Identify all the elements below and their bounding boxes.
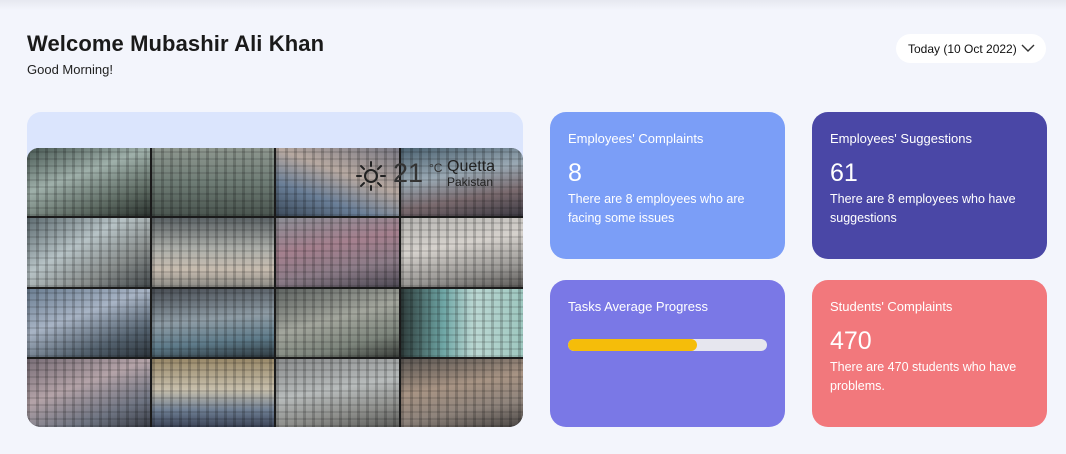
camera-feed[interactable] (27, 218, 150, 287)
date-selector-label: Today (10 Oct 2022) (908, 41, 1017, 56)
camera-feed[interactable] (276, 218, 399, 287)
chevron-down-icon (1021, 44, 1035, 52)
card-title: Employees' Suggestions (830, 131, 972, 146)
student-complaints-card[interactable]: Students' Complaints 470 There are 470 s… (812, 280, 1047, 427)
weather-temperature: 21 (393, 158, 424, 188)
camera-feed[interactable] (27, 148, 150, 217)
card-value: 8 (568, 159, 582, 187)
card-title: Students' Complaints (830, 299, 953, 314)
greeting-text: Good Morning! (27, 62, 113, 77)
progress-bar-fill (568, 339, 698, 351)
weather-city: Quetta (447, 158, 496, 175)
camera-feed[interactable] (151, 358, 274, 427)
top-shadow (0, 0, 1066, 10)
weather-country: Pakistan (447, 175, 494, 189)
weather-widget: 21 °C Quetta Pakistan (356, 158, 506, 192)
camera-feed[interactable] (151, 218, 274, 287)
card-value: 61 (830, 159, 858, 187)
employee-suggestions-card[interactable]: Employees' Suggestions 61 There are 8 em… (812, 112, 1047, 259)
tasks-progress-card[interactable]: Tasks Average Progress (550, 280, 785, 427)
card-description: There are 470 students who have problems… (830, 360, 1017, 393)
welcome-title: Welcome Mubashir Ali Khan (27, 31, 325, 56)
camera-feed[interactable] (400, 288, 523, 357)
card-value: 470 (830, 327, 872, 355)
card-title: Employees' Complaints (568, 131, 704, 146)
camera-feed[interactable] (276, 358, 399, 427)
camera-feed[interactable] (27, 358, 150, 427)
card-description: There are 8 employees who have suggestio… (830, 192, 1016, 225)
camera-feed[interactable] (400, 218, 523, 287)
sun-icon (356, 161, 386, 191)
card-title: Tasks Average Progress (568, 299, 708, 314)
camera-feed[interactable] (400, 358, 523, 427)
camera-feed[interactable] (151, 288, 274, 357)
camera-feed[interactable] (27, 288, 150, 357)
camera-feed[interactable] (151, 148, 274, 217)
employee-complaints-card[interactable]: Employees' Complaints 8 There are 8 empl… (550, 112, 785, 259)
card-description: There are 8 employees who are facing som… (568, 192, 745, 225)
weather-unit: °C (429, 161, 443, 175)
camera-feed[interactable] (276, 288, 399, 357)
welcome-header: Welcome Mubashir Ali Khan Good Morning! (27, 31, 324, 77)
date-selector[interactable]: Today (10 Oct 2022) (896, 34, 1046, 63)
progress-bar (568, 339, 767, 351)
